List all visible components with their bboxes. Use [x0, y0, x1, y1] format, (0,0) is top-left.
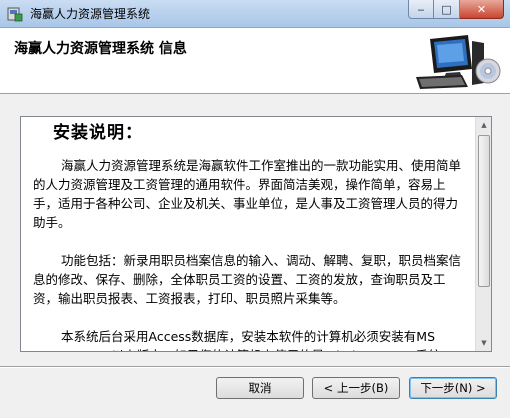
scroll-down-icon[interactable]: ▼ [476, 335, 491, 351]
paragraph-requirements: 本系统后台采用Access数据库，安装本软件的计算机必须安装有MS Access… [33, 329, 441, 351]
header-title: 海赢人力资源管理系统 信息 [14, 41, 187, 57]
info-text-panel[interactable]: 安装说明： 海赢人力资源管理系统是海赢软件工作室推出的一款功能实用、使用简单的人… [20, 116, 492, 352]
scroll-up-icon[interactable]: ▲ [476, 117, 491, 133]
footer-divider-highlight [0, 367, 510, 368]
computer-cd-icon [416, 35, 501, 89]
next-button[interactable]: 下一步(N) > [409, 377, 497, 399]
back-button[interactable]: < 上一步(B) [312, 377, 400, 399]
cancel-button[interactable]: 取消 [216, 377, 304, 399]
scroll-thumb[interactable] [478, 135, 490, 287]
installer-icon [7, 7, 23, 22]
wizard-header: 海赢人力资源管理系统 信息 [0, 28, 510, 94]
window-controls: ‒ □ ✕ [408, 0, 504, 20]
window-title: 海赢人力资源管理系统 [30, 7, 151, 21]
info-text: 安装说明： 海赢人力资源管理系统是海赢软件工作室推出的一款功能实用、使用简单的人… [21, 117, 475, 352]
close-button[interactable]: ✕ [460, 0, 504, 19]
minimize-button[interactable]: ‒ [408, 0, 434, 19]
install-heading: 安装说明： [53, 123, 143, 143]
title-bar[interactable]: 海赢人力资源管理系统 ‒ □ ✕ [0, 0, 510, 28]
paragraph-intro: 海赢人力资源管理系统是海赢软件工作室推出的一款功能实用、使用简单的人力资源管理及… [33, 158, 462, 230]
maximize-button[interactable]: □ [434, 0, 460, 19]
vertical-scrollbar[interactable]: ▲ ▼ [475, 117, 491, 351]
paragraph-features: 功能包括：新录用职员档案信息的输入、调动、解聘、复职，职员档案信息的修改、保存、… [33, 253, 462, 306]
